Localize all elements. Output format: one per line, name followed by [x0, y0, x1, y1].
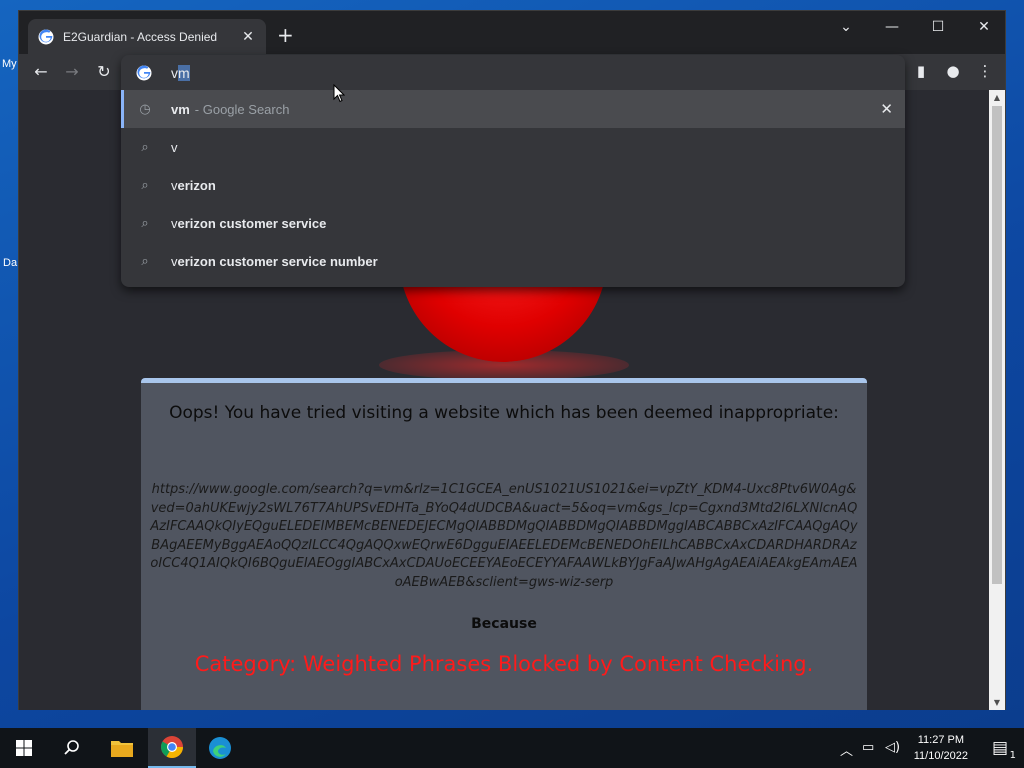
tab-close-icon[interactable]: ✕	[240, 29, 256, 45]
edge-taskbar-button[interactable]	[196, 728, 244, 768]
forward-button[interactable]: →	[61, 62, 83, 82]
denied-heading: Oops! You have tried visiting a website …	[169, 403, 839, 423]
search-icon: ⌕	[141, 139, 149, 155]
folder-icon	[111, 741, 133, 757]
show-hidden-icons-button[interactable]: ︿	[840, 740, 853, 759]
suggestion-item[interactable]: ⌕ verizon customer service number	[121, 242, 905, 280]
network-icon[interactable]: ▭	[862, 740, 874, 755]
menu-icon[interactable]: ⋮	[973, 62, 997, 80]
history-icon: ◷	[139, 101, 151, 117]
windows-logo-icon	[16, 740, 32, 756]
chrome-icon	[161, 736, 183, 758]
notification-center-button[interactable]: ▤ 1	[976, 728, 1024, 768]
suggestion-item[interactable]: ⌕ verizon	[121, 166, 905, 204]
search-icon: ⌕	[141, 177, 149, 193]
suggestion-item[interactable]: ◷ vm - Google Search ✕	[121, 90, 905, 128]
omnibox-dropdown: vm ◷ vm - Google Search ✕ ⌕ v ⌕ verizon …	[121, 55, 905, 287]
profile-icon[interactable]: ●	[941, 62, 965, 80]
taskbar: ︿ ▭ ◁) 11:27 PM 11/10/2022 ▤ 1	[0, 728, 1024, 768]
search-icon: ⌕	[141, 215, 149, 231]
side-panel-icon[interactable]: ▮	[909, 62, 933, 80]
scroll-thumb[interactable]	[992, 106, 1002, 584]
remove-suggestion-icon[interactable]: ✕	[880, 100, 893, 118]
tab-title: E2Guardian - Access Denied	[63, 29, 218, 44]
taskbar-search-button[interactable]	[48, 728, 96, 768]
search-icon: ⌕	[141, 253, 149, 269]
desktop-icon-label[interactable]: My	[2, 58, 17, 70]
access-denied-panel: Oops! You have tried visiting a website …	[141, 378, 867, 710]
close-window-button[interactable]: ✕	[961, 17, 1007, 37]
address-bar[interactable]: vm	[121, 55, 905, 90]
new-tab-button[interactable]: +	[277, 25, 294, 45]
browser-window: E2Guardian - Access Denied ✕ + ⌄ — ☐ ✕ ←…	[18, 10, 1006, 710]
mouse-cursor-icon	[333, 84, 345, 103]
autocomplete-selection: m	[178, 64, 190, 81]
maximize-button[interactable]: ☐	[915, 17, 961, 37]
system-clock[interactable]: 11:27 PM 11/10/2022	[914, 732, 968, 764]
google-g-icon	[136, 65, 152, 80]
title-bar: E2Guardian - Access Denied ✕ + ⌄ — ☐ ✕	[19, 11, 1005, 54]
scroll-up-arrow[interactable]: ▲	[989, 93, 1005, 102]
page-scrollbar[interactable]: ▲ ▼	[989, 90, 1005, 710]
edge-icon	[209, 737, 231, 759]
volume-icon[interactable]: ◁)	[885, 740, 900, 755]
file-explorer-button[interactable]	[98, 728, 146, 768]
tab-search-icon[interactable]: ⌄	[823, 17, 869, 37]
reload-button[interactable]: ↻	[93, 62, 115, 82]
start-button[interactable]	[0, 728, 48, 768]
google-favicon-icon	[38, 29, 54, 44]
blocked-url: https://www.google.com/search?q=vm&rlz=1…	[150, 482, 858, 590]
chrome-taskbar-button[interactable]	[148, 728, 196, 768]
suggestion-subtext: - Google Search	[194, 101, 290, 117]
address-input[interactable]: vm	[171, 64, 190, 81]
back-button[interactable]: ←	[30, 62, 52, 82]
notification-count: 1	[1009, 750, 1017, 761]
scroll-down-arrow[interactable]: ▼	[989, 698, 1005, 707]
search-icon	[64, 740, 79, 755]
because-label: Because	[471, 616, 537, 632]
minimize-button[interactable]: —	[869, 17, 915, 37]
block-category: Category: Weighted Phrases Blocked by Co…	[194, 652, 814, 676]
browser-tab[interactable]: E2Guardian - Access Denied ✕	[28, 19, 266, 54]
desktop-icon-label[interactable]: Da	[3, 257, 17, 269]
suggestion-item[interactable]: ⌕ verizon customer service	[121, 204, 905, 242]
notification-icon: ▤ 1	[991, 738, 1017, 761]
suggestion-item[interactable]: ⌕ v	[121, 128, 905, 166]
